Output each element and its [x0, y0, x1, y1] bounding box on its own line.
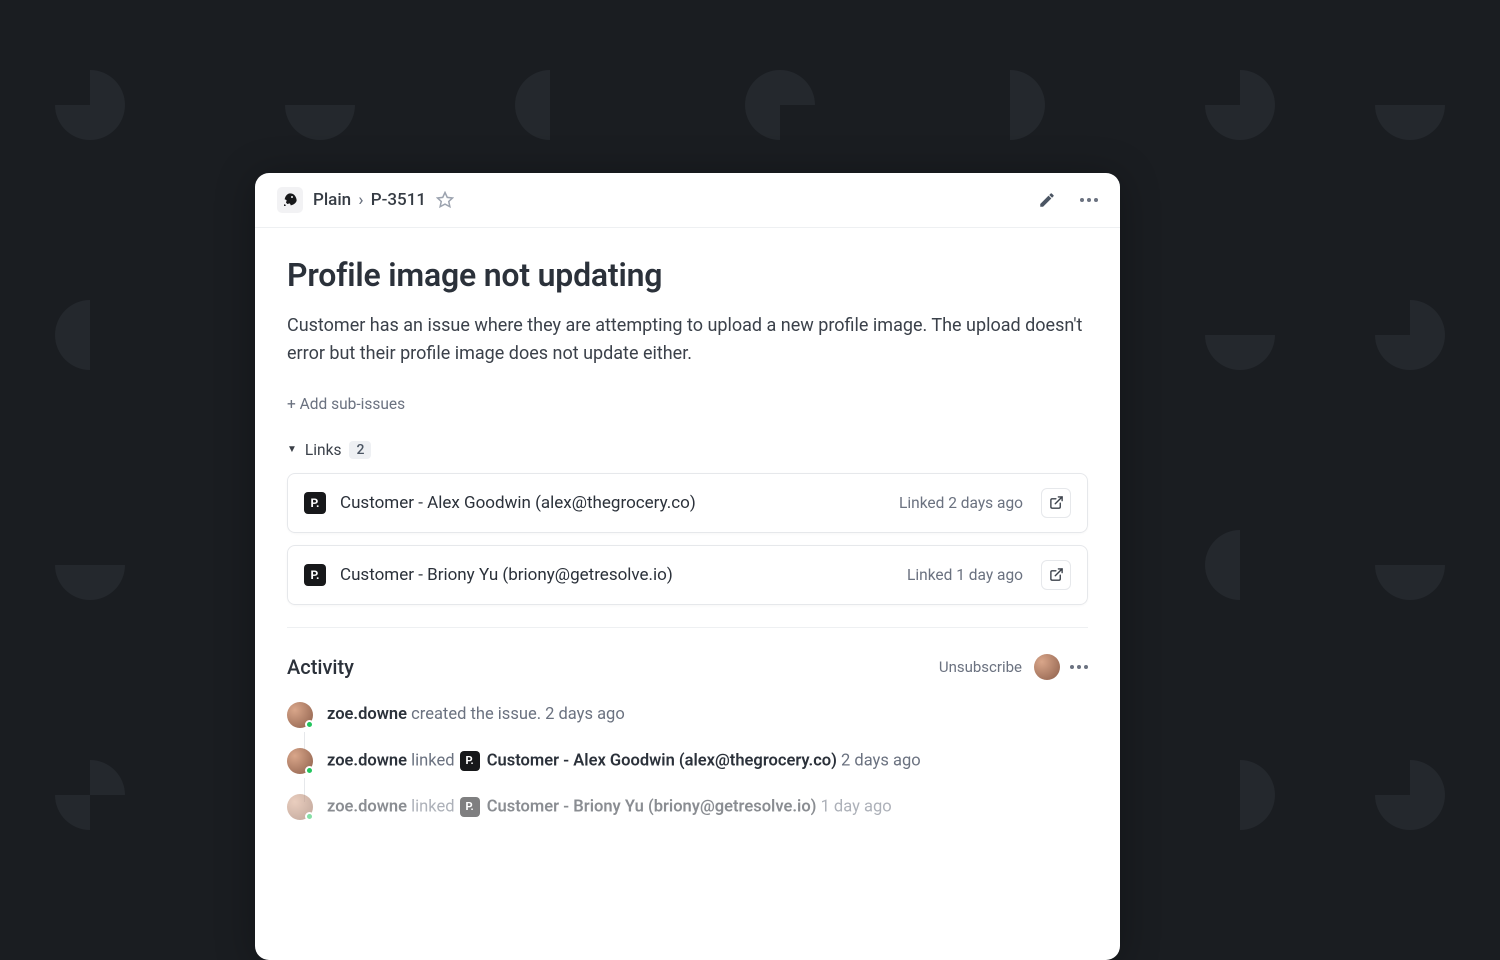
link-title: Customer - Briony Yu (briony@getresolve.…	[340, 565, 893, 585]
online-status-icon	[305, 812, 314, 821]
activity-label: Activity	[287, 655, 354, 679]
online-status-icon	[305, 720, 314, 729]
activity-time: 1 day ago	[821, 797, 892, 816]
activity-more-icon[interactable]	[1070, 665, 1088, 669]
bg-shape	[55, 760, 125, 830]
issue-card: Plain › P-3511 Profile image not updatin…	[255, 173, 1120, 960]
issue-title: Profile image not updating	[287, 256, 1088, 294]
subscriber-avatar[interactable]	[1034, 654, 1060, 680]
activity-user: zoe.downe	[327, 705, 407, 724]
bg-shape	[1375, 70, 1445, 140]
star-icon[interactable]	[436, 191, 454, 209]
bg-shape	[745, 70, 815, 140]
links-section-header[interactable]: ▼ Links 2	[287, 441, 1088, 459]
activity-item: zoe.downe linked P. Customer - Briony Yu…	[287, 794, 1088, 820]
card-content: Profile image not updating Customer has …	[255, 228, 1120, 820]
card-header: Plain › P-3511	[255, 173, 1120, 228]
activity-action: created the issue.	[411, 705, 541, 724]
open-external-button[interactable]	[1041, 488, 1071, 518]
link-item[interactable]: P. Customer - Alex Goodwin (alex@thegroc…	[287, 473, 1088, 533]
activity-text: zoe.downe linked P. Customer - Alex Good…	[327, 751, 921, 771]
edit-icon[interactable]	[1038, 191, 1056, 209]
bg-shape	[55, 70, 125, 140]
link-title: Customer - Alex Goodwin (alex@thegrocery…	[340, 493, 885, 513]
bg-shape	[1375, 760, 1445, 830]
more-icon[interactable]	[1080, 198, 1098, 202]
breadcrumb-id[interactable]: P-3511	[371, 190, 426, 210]
activity-text: zoe.downe linked P. Customer - Briony Yu…	[327, 797, 892, 817]
bg-shape	[55, 300, 125, 370]
activity-time: 2 days ago	[841, 751, 921, 770]
activity-linked-title: Customer - Alex Goodwin (alex@thegrocery…	[487, 751, 837, 770]
avatar	[287, 794, 313, 820]
plain-badge-icon: P.	[304, 492, 326, 514]
bg-shape	[975, 70, 1045, 140]
breadcrumb[interactable]: Plain › P-3511	[313, 190, 426, 210]
bg-shape	[1375, 530, 1445, 600]
add-sub-issues-button[interactable]: + Add sub-issues	[287, 395, 405, 413]
avatar	[287, 748, 313, 774]
bg-shape	[1375, 300, 1445, 370]
link-item[interactable]: P. Customer - Briony Yu (briony@getresol…	[287, 545, 1088, 605]
activity-action: linked	[411, 797, 454, 816]
link-meta: Linked 1 day ago	[907, 566, 1023, 584]
bg-shape	[515, 70, 585, 140]
activity-header: Activity Unsubscribe	[287, 654, 1088, 680]
activity-action: linked	[411, 751, 454, 770]
open-external-button[interactable]	[1041, 560, 1071, 590]
bg-shape	[285, 70, 355, 140]
issue-description: Customer has an issue where they are att…	[287, 312, 1088, 368]
breadcrumb-project[interactable]: Plain	[313, 190, 351, 210]
bg-shape	[1205, 530, 1275, 600]
activity-item: zoe.downe created the issue. 2 days ago	[287, 702, 1088, 728]
activity-text: zoe.downe created the issue. 2 days ago	[327, 705, 625, 724]
collapse-icon: ▼	[287, 444, 297, 455]
activity-user: zoe.downe	[327, 751, 407, 770]
section-divider	[287, 627, 1088, 628]
activity-item: zoe.downe linked P. Customer - Alex Good…	[287, 748, 1088, 774]
bg-shape	[1205, 70, 1275, 140]
plain-badge-icon: P.	[460, 797, 480, 817]
online-status-icon	[305, 766, 314, 775]
plain-badge-icon: P.	[460, 751, 480, 771]
bg-shape	[1205, 300, 1275, 370]
link-meta: Linked 2 days ago	[899, 494, 1023, 512]
links-label: Links	[305, 441, 342, 459]
rocket-icon	[277, 187, 303, 213]
links-count-badge: 2	[349, 441, 371, 459]
activity-linked-title: Customer - Briony Yu (briony@getresolve.…	[487, 797, 817, 816]
bg-shape	[55, 530, 125, 600]
plain-badge-icon: P.	[304, 564, 326, 586]
avatar	[287, 702, 313, 728]
bg-shape	[1205, 760, 1275, 830]
unsubscribe-button[interactable]: Unsubscribe	[939, 658, 1022, 676]
activity-user: zoe.downe	[327, 797, 407, 816]
breadcrumb-sep: ›	[358, 190, 363, 210]
activity-time: 2 days ago	[545, 705, 625, 724]
